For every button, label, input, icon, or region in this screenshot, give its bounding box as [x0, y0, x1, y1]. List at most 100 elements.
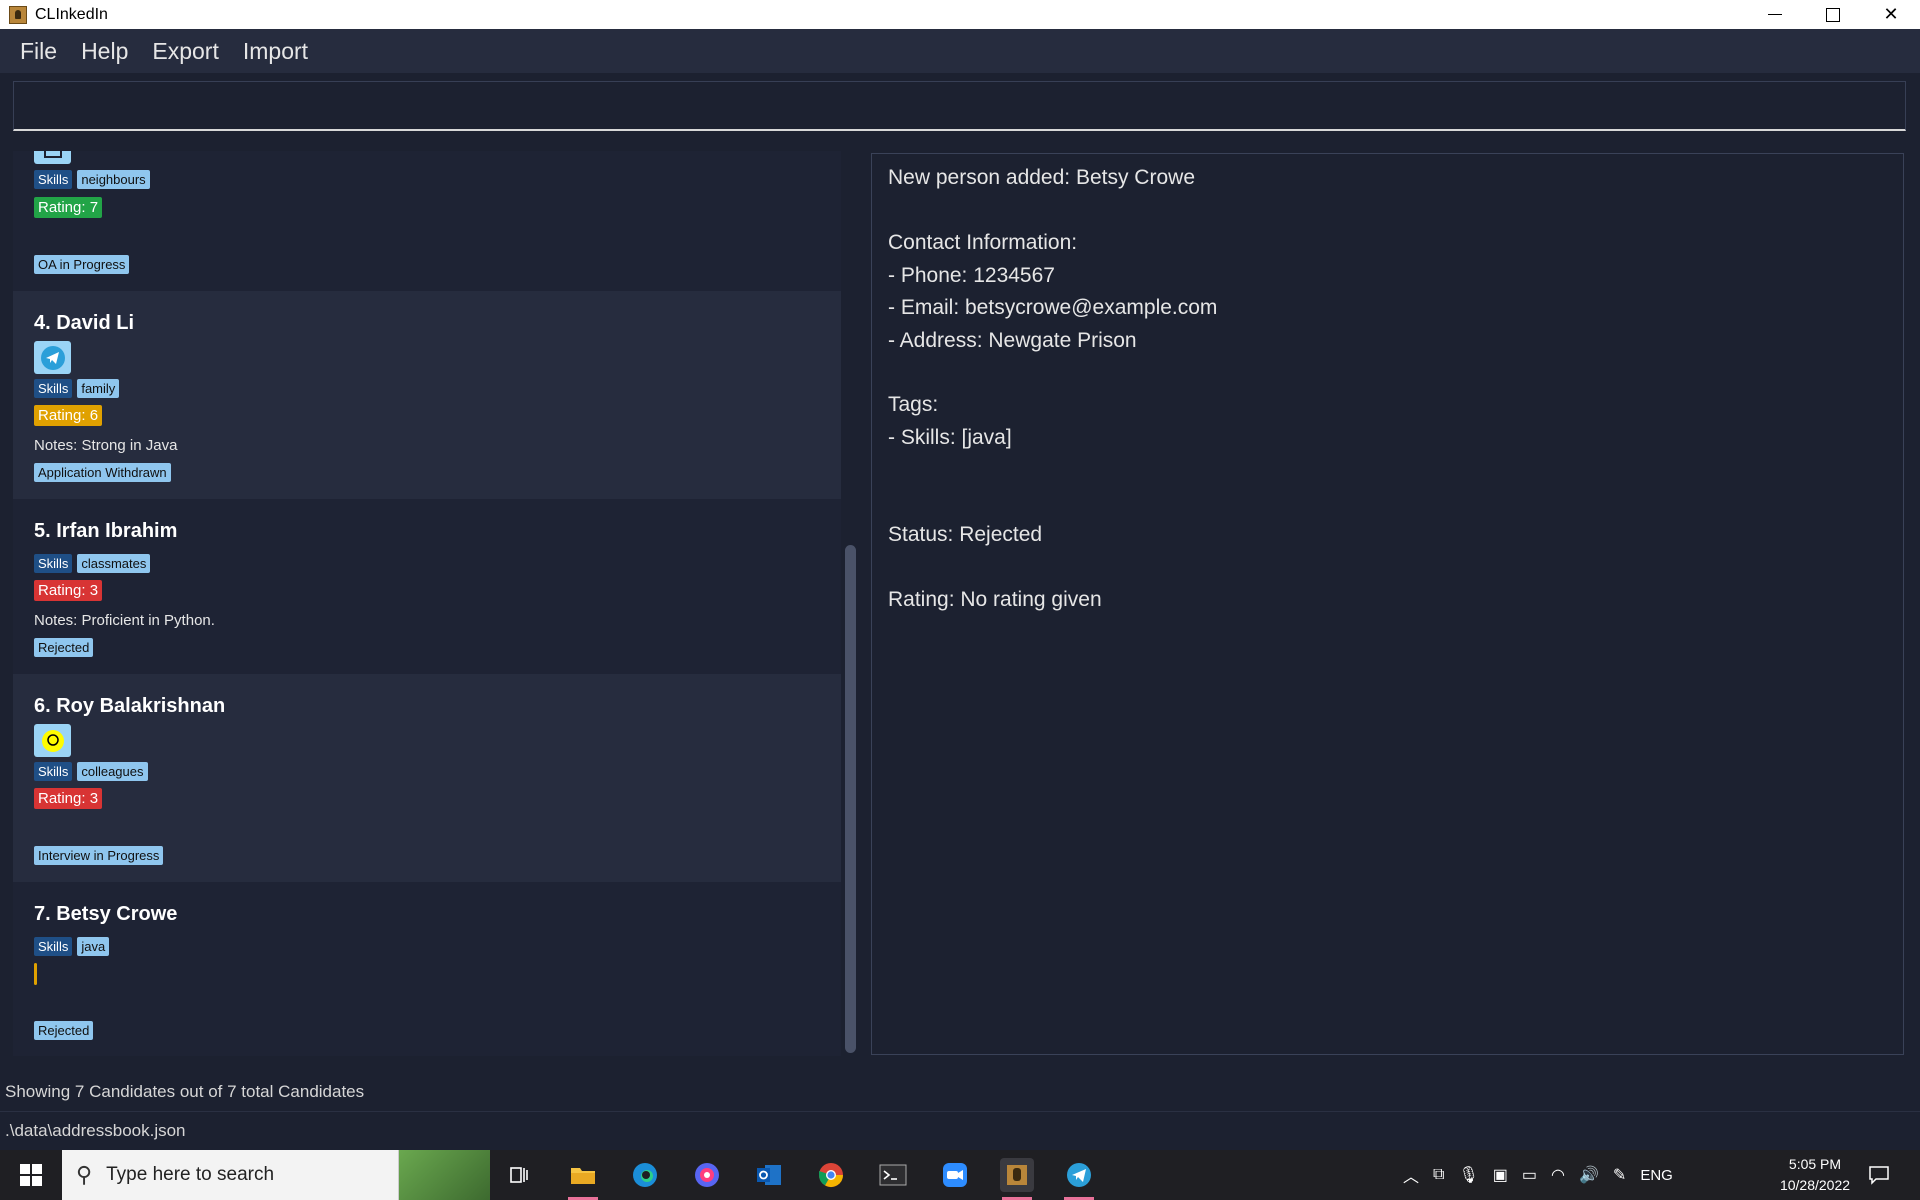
- menu-export[interactable]: Export: [140, 38, 230, 65]
- meet-now-icon[interactable]: ⧉: [1433, 1166, 1444, 1184]
- tag-value: classmates: [77, 554, 151, 573]
- search-highlight-image: [398, 1150, 490, 1200]
- windows-icon: [20, 1164, 42, 1186]
- tag-skills: Skills: [34, 170, 73, 189]
- tag-list: Skills family: [34, 379, 120, 398]
- app-icon: [9, 5, 27, 24]
- notes-text: Notes: Proficient in Python.: [34, 612, 215, 629]
- search-icon: ⚲: [76, 1162, 93, 1187]
- clock[interactable]: 5:05 PM 10/28/2022: [1770, 1154, 1860, 1196]
- pen-icon[interactable]: ✎: [1613, 1165, 1626, 1185]
- result-rating: Rating: No rating given: [888, 588, 1102, 611]
- wifi-icon[interactable]: ◠: [1551, 1165, 1565, 1185]
- tag-skills: Skills: [34, 762, 73, 781]
- taskbar: ⚲ Type here to search ︿ ⧉ 🎙 ▣ ▭ ◠ 🔊 ✎ EN…: [0, 1150, 1920, 1200]
- display-icon[interactable]: ▣: [1493, 1165, 1508, 1185]
- tag-value: colleagues: [77, 762, 148, 781]
- menu-bar: File Help Export Import: [0, 29, 1920, 73]
- candidate-card[interactable]: 7. Betsy Crowe Skills java Rejected: [13, 882, 841, 1056]
- maximize-button[interactable]: [1804, 0, 1862, 29]
- result-address: - Address: Newgate Prison: [888, 329, 1137, 352]
- tag-list: Skills classmates: [34, 554, 151, 573]
- taskbar-search[interactable]: ⚲ Type here to search: [62, 1150, 490, 1200]
- tag-list: Skills java: [34, 937, 110, 956]
- candidate-name: 6. Roy Balakrishnan: [34, 695, 226, 717]
- status-badge: Application Withdrawn: [34, 463, 171, 482]
- telegram-taskbar-icon[interactable]: [1062, 1158, 1096, 1200]
- candidate-card[interactable]: 5. Irfan Ibrahim Skills classmates Ratin…: [13, 499, 841, 674]
- result-display: New person added: Betsy Crowe Contact In…: [871, 153, 1904, 1055]
- rating-badge: Rating: 7: [34, 197, 103, 218]
- save-location-bar: .\data\addressbook.json: [0, 1111, 1920, 1149]
- chrome-icon[interactable]: [814, 1158, 848, 1192]
- notes-text: Notes: Strong in Java: [34, 437, 178, 454]
- minimize-icon: [1768, 13, 1782, 16]
- candidate-count-bar: Showing 7 Candidates out of 7 total Cand…: [0, 1073, 1920, 1111]
- command-input[interactable]: [13, 81, 1906, 131]
- close-button[interactable]: ✕: [1862, 0, 1920, 29]
- rating-badge: Rating: 3: [34, 788, 103, 809]
- terminal-icon[interactable]: [876, 1158, 910, 1192]
- rating-badge: Rating: 3: [34, 580, 103, 601]
- microphone-icon[interactable]: 🎙: [1458, 1165, 1478, 1185]
- candidate-list[interactable]: Skills neighbours Rating: 7 OA in Progre…: [13, 151, 841, 1056]
- minimize-button[interactable]: [1746, 0, 1804, 29]
- tag-list: Skills neighbours: [34, 170, 150, 189]
- rating-badge: [34, 963, 37, 985]
- tag-skills: Skills: [34, 554, 73, 573]
- edge-icon[interactable]: [628, 1158, 662, 1192]
- window-title-bar: CLInkedIn ✕: [0, 0, 1920, 29]
- zoom-icon[interactable]: [938, 1158, 972, 1192]
- status-badge: Rejected: [34, 1021, 94, 1040]
- rating-badge: Rating: 6: [34, 405, 103, 426]
- system-tray: ︿ ⧉ 🎙 ▣ ▭ ◠ 🔊 ✎ ENG: [1403, 1150, 1673, 1200]
- candidate-card[interactable]: 4. David Li Skills family Rating: 6 Note…: [13, 291, 841, 499]
- list-scrollbar-thumb[interactable]: [845, 545, 856, 1053]
- tag-value: java: [77, 937, 110, 956]
- candidate-card[interactable]: 6. Roy Balakrishnan Skills colleagues Ra…: [13, 674, 841, 882]
- tag-skills: Skills: [34, 937, 73, 956]
- taskbar-search-placeholder: Type here to search: [106, 1164, 275, 1185]
- command-area: [0, 73, 1920, 151]
- clinkedin-taskbar-icon[interactable]: [1000, 1158, 1034, 1200]
- telegram-icon[interactable]: [34, 341, 71, 374]
- clock-date: 10/28/2022: [1779, 1177, 1851, 1193]
- chat-app-icon[interactable]: [690, 1158, 724, 1192]
- chevron-up-icon[interactable]: ︿: [1403, 1163, 1419, 1187]
- file-path: .\data\addressbook.json: [5, 1120, 186, 1140]
- menu-file[interactable]: File: [8, 38, 69, 65]
- result-skills: - Skills: [java]: [888, 426, 1012, 449]
- clock-time: 5:05 PM: [1788, 1156, 1842, 1172]
- menu-import[interactable]: Import: [231, 38, 320, 65]
- candidate-count: Showing 7 Candidates out of 7 total Cand…: [5, 1082, 365, 1101]
- candidate-name: 5. Irfan Ibrahim: [34, 520, 178, 542]
- maximize-icon: [1826, 7, 1840, 22]
- tag-list: Skills colleagues: [34, 762, 148, 781]
- result-email: - Email: betsycrowe@example.com: [888, 296, 1218, 319]
- result-tags-header: Tags:: [888, 393, 939, 416]
- close-icon: ✕: [1883, 4, 1899, 24]
- volume-icon[interactable]: 🔊: [1579, 1165, 1599, 1185]
- result-phone: - Phone: 1234567: [888, 264, 1055, 287]
- status-badge: OA in Progress: [34, 255, 130, 274]
- tag-value: family: [77, 379, 120, 398]
- start-button[interactable]: [0, 1150, 62, 1200]
- file-explorer-icon[interactable]: [566, 1158, 600, 1200]
- task-view-icon[interactable]: [502, 1158, 536, 1192]
- status-badge: Interview in Progress: [34, 846, 164, 865]
- notifications-icon[interactable]: [1862, 1158, 1896, 1192]
- candidate-card[interactable]: Skills neighbours Rating: 7 OA in Progre…: [13, 151, 841, 291]
- result-added: New person added: Betsy Crowe: [888, 166, 1195, 189]
- window-title: CLInkedIn: [35, 5, 108, 23]
- outlook-icon[interactable]: [752, 1158, 786, 1192]
- generic-icon[interactable]: [34, 151, 71, 164]
- battery-icon[interactable]: ▭: [1522, 1165, 1537, 1185]
- candidate-name: 4. David Li: [34, 312, 135, 334]
- menu-help[interactable]: Help: [69, 38, 140, 65]
- language-indicator[interactable]: ENG: [1640, 1167, 1673, 1184]
- snapchat-icon[interactable]: [34, 724, 71, 757]
- tag-value: neighbours: [77, 170, 150, 189]
- result-contact-header: Contact Information:: [888, 231, 1078, 254]
- tag-skills: Skills: [34, 379, 73, 398]
- status-badge: Rejected: [34, 638, 94, 657]
